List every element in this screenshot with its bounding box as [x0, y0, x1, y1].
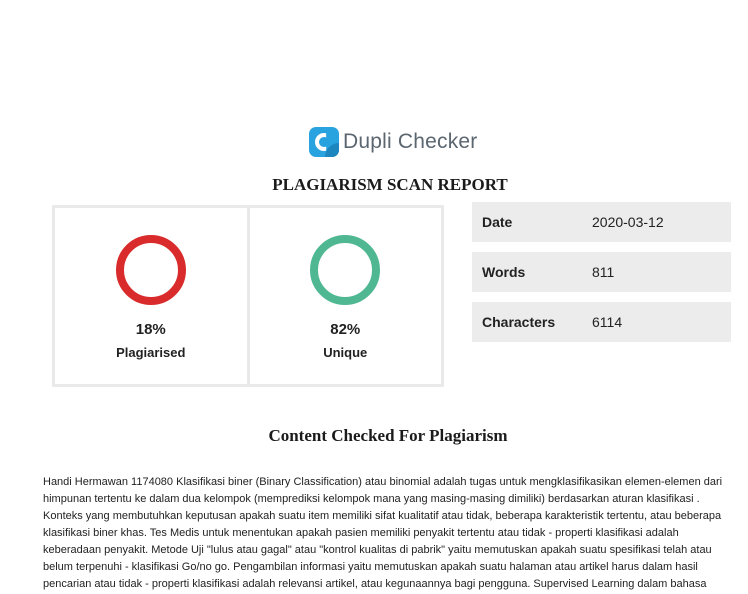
unique-ring-icon — [310, 235, 381, 305]
content-line: Konteks yang membutuhkan keputusan apaka… — [43, 510, 722, 522]
content-line: Handi Hermawan 1174080 Klasifikasi biner… — [43, 476, 723, 488]
dupli-checker-logo-icon — [309, 127, 339, 157]
report-title: PLAGIARISM SCAN REPORT — [272, 175, 508, 194]
info-row-date: Date 2020-03-12 — [472, 202, 731, 242]
plagiarised-percent: 18% — [135, 321, 166, 338]
info-row-characters: Characters 6114 — [472, 302, 731, 342]
content-line: klasifikasi biner khas. Tes Medis untuk … — [43, 527, 679, 539]
brand-logo: Dupli Checker — [309, 127, 478, 157]
plagiarised-ring-icon — [115, 235, 186, 305]
words-value: 811 — [592, 264, 615, 280]
score-panel: 18% Plagiarised 82% Unique — [52, 205, 444, 387]
content-line: keberadaan penyakit. Metode Uji "lulus a… — [43, 544, 712, 556]
date-label: Date — [482, 214, 513, 230]
info-row-words: Words 811 — [472, 252, 731, 292]
content-line: pencarian atau tidak - properti klasifik… — [43, 578, 707, 590]
date-value: 2020-03-12 — [592, 214, 664, 230]
plagiarised-score: 18% Plagiarised — [55, 208, 247, 384]
characters-value: 6114 — [592, 314, 623, 330]
content-title: Content Checked For Plagiarism — [268, 426, 508, 445]
characters-label: Characters — [482, 314, 556, 330]
content-body: Handi Hermawan 1174080 Klasifikasi biner… — [43, 474, 728, 593]
plagiarised-label: Plagiarised — [116, 345, 186, 360]
brand-name: Dupli Checker — [343, 130, 478, 153]
content-line: belum terpenuhi - klasifikasi Go/no go. … — [43, 561, 698, 573]
unique-score: 82% Unique — [246, 208, 442, 384]
content-line: himpunan tertentu ke dalam dua kelompok … — [43, 493, 700, 505]
unique-label: Unique — [323, 345, 368, 360]
unique-percent: 82% — [330, 321, 361, 338]
words-label: Words — [482, 264, 526, 280]
